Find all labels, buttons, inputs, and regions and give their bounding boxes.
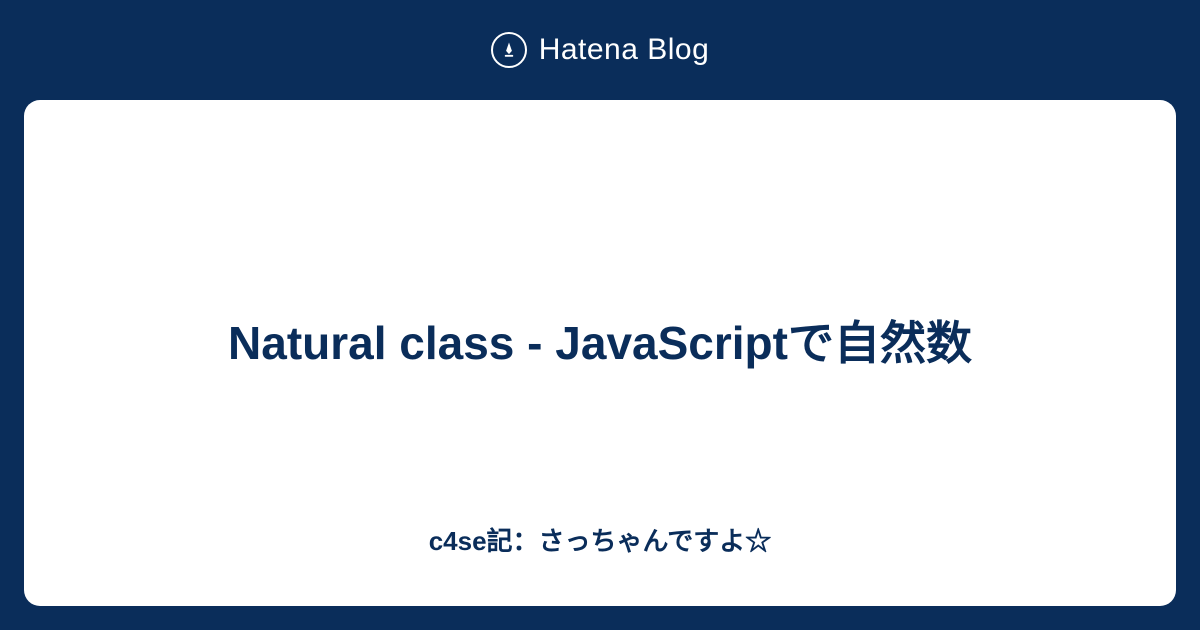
- brand-name: Hatena Blog: [539, 33, 710, 67]
- og-card: Natural class - JavaScriptで自然数 c4se記：さっち…: [24, 100, 1176, 606]
- article-title: Natural class - JavaScriptで自然数: [228, 310, 972, 377]
- brand-header: Hatena Blog: [0, 0, 1200, 100]
- hatena-pen-icon: [491, 32, 527, 68]
- blog-name: c4se記：さっちゃんですよ☆: [429, 521, 772, 558]
